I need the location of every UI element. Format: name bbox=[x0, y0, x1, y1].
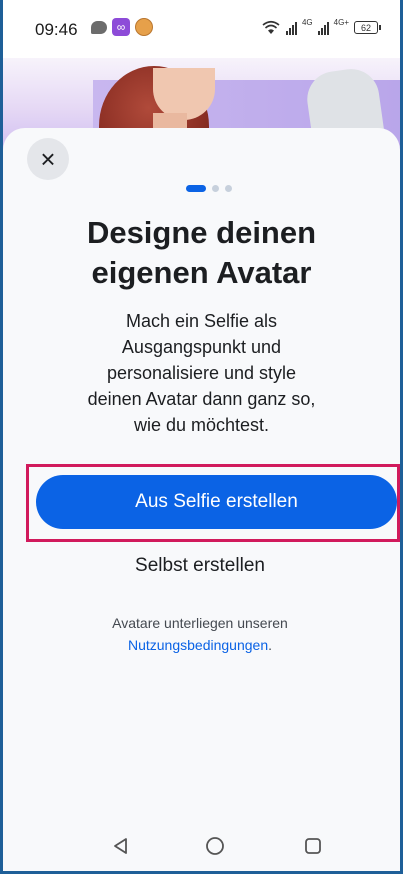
page-title: Designe deinen eigenen Avatar bbox=[86, 215, 317, 290]
terms-notice: Avatare unterliegen unseren Nutzungsbedi… bbox=[0, 612, 400, 656]
description: Mach ein Selfie als Ausgangspunkt und pe… bbox=[87, 311, 316, 435]
create-manually-button[interactable]: Selbst erstellen bbox=[0, 553, 400, 579]
close-icon: × bbox=[40, 144, 56, 174]
recents-square-icon bbox=[305, 838, 321, 854]
avatar-notification-icon bbox=[135, 18, 153, 36]
home-nav-button[interactable] bbox=[205, 836, 225, 856]
page-indicator bbox=[186, 185, 232, 192]
battery-icon: 62 bbox=[354, 21, 381, 34]
create-from-selfie-button[interactable]: Aus Selfie erstellen bbox=[36, 475, 397, 529]
recents-nav-button[interactable] bbox=[303, 836, 323, 856]
system-icons: 4G 4G+ 62 bbox=[261, 18, 381, 35]
home-circle-icon bbox=[206, 837, 224, 855]
status-bar: 09:46 ∞ 4G 4G+ 62 bbox=[3, 0, 400, 58]
back-triangle-icon bbox=[114, 838, 127, 854]
navigation-bar bbox=[3, 818, 400, 871]
wifi-icon bbox=[261, 20, 281, 35]
signal-icon-2 bbox=[317, 21, 329, 35]
network-type-2: 4G+ bbox=[333, 18, 349, 27]
close-button[interactable]: × bbox=[27, 138, 69, 180]
page-dot-active bbox=[186, 185, 206, 192]
network-type-1: 4G bbox=[301, 18, 313, 27]
page-dot bbox=[225, 185, 232, 192]
signal-icon bbox=[285, 21, 297, 35]
messenger-icon: ∞ bbox=[112, 18, 130, 36]
terms-text: Avatare unterliegen unseren bbox=[112, 615, 288, 631]
back-nav-button[interactable] bbox=[111, 836, 131, 856]
chat-icon bbox=[91, 20, 107, 34]
page-dot bbox=[212, 185, 219, 192]
status-time: 09:46 bbox=[35, 20, 78, 39]
notification-icons: ∞ bbox=[91, 18, 153, 36]
terms-link[interactable]: Nutzungsbedingungen bbox=[128, 637, 268, 653]
